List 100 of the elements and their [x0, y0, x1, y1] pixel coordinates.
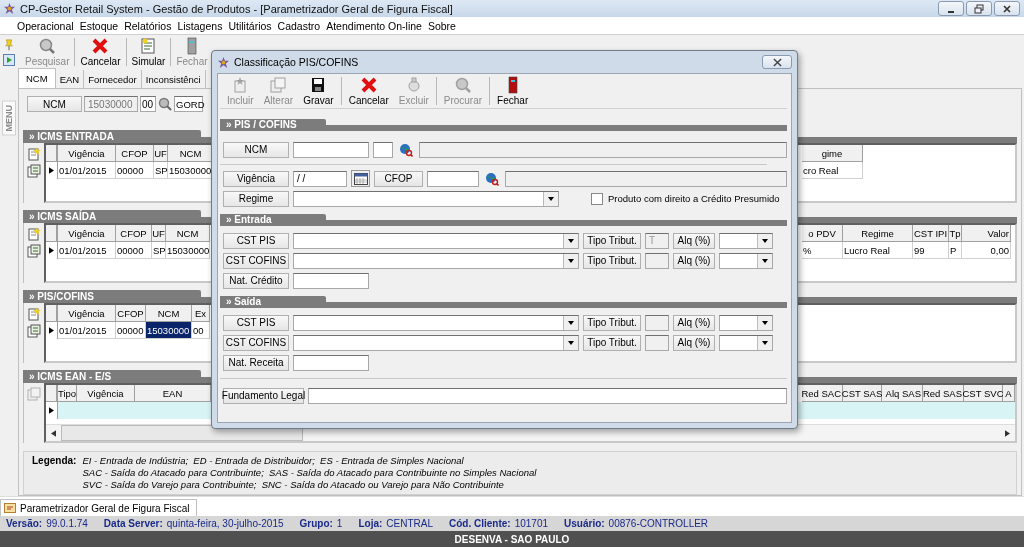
column-header[interactable]: NCM: [168, 145, 214, 162]
minimize-icon: [948, 10, 954, 13]
description-field[interactable]: GORD: [174, 96, 203, 112]
column-header[interactable]: EAN: [135, 385, 211, 402]
column-header[interactable]: gime: [802, 145, 863, 162]
rate-dropdown[interactable]: [719, 314, 773, 331]
column-header[interactable]: Tipo: [58, 385, 77, 402]
column-header[interactable]: Tp: [949, 225, 962, 242]
restore-button[interactable]: [966, 1, 992, 16]
ncm-field[interactable]: [293, 141, 369, 158]
ex-field[interactable]: 00: [140, 96, 156, 112]
column-header[interactable]: Vigência: [58, 305, 116, 322]
cancel-tool-button[interactable]: Cancelar: [343, 76, 394, 106]
rate-dropdown[interactable]: [719, 334, 773, 351]
nature-field[interactable]: [293, 272, 369, 289]
simulate-tool-button[interactable]: Simular: [128, 36, 169, 67]
close-tool-button[interactable]: Fechar: [492, 76, 534, 106]
column-header[interactable]: Vigência: [58, 145, 116, 162]
column-header[interactable]: NCM: [166, 225, 210, 242]
rate-dropdown[interactable]: [719, 232, 773, 249]
field-label: CST COFINS: [223, 252, 289, 269]
menu-item[interactable]: Relatórios: [124, 19, 172, 32]
column-header[interactable]: CST SVC: [964, 385, 1003, 402]
column-header[interactable]: Alq SAS: [882, 385, 923, 402]
edit-record-icon[interactable]: [27, 164, 41, 178]
scroll-right-icon[interactable]: [1005, 429, 1010, 437]
window-tab[interactable]: Parametrizador Geral de Figura Fiscal: [0, 499, 197, 516]
regime-dropdown[interactable]: [293, 190, 559, 207]
menu-item[interactable]: Atendimento On-line: [326, 19, 422, 32]
column-header[interactable]: NCM: [146, 305, 192, 322]
cancel-tool-button[interactable]: Cancelar: [77, 36, 124, 67]
nature-field[interactable]: [293, 354, 369, 371]
edit-record-icon[interactable]: [27, 244, 41, 258]
close-button[interactable]: [762, 55, 792, 69]
cfop-field[interactable]: [427, 170, 479, 187]
rate-dropdown[interactable]: [719, 252, 773, 269]
restore-icon: [974, 3, 984, 14]
checkbox[interactable]: [591, 192, 603, 205]
status-value: 1: [336, 518, 343, 529]
column-header[interactable]: A: [1003, 385, 1015, 402]
globe-search-icon[interactable]: [399, 142, 413, 157]
field-label: Tipo Tribut.: [583, 252, 641, 269]
column-header[interactable]: Valor: [962, 225, 1011, 242]
field-label: CFOP: [374, 170, 423, 187]
cst-dropdown[interactable]: [293, 314, 579, 331]
ex-field[interactable]: [373, 141, 393, 158]
table-cell: Lucro Real: [843, 242, 913, 259]
table-cell: 15030000: [146, 322, 192, 339]
column-header[interactable]: UF: [152, 225, 166, 242]
table-cell: 00000: [116, 242, 152, 259]
new-record-icon[interactable]: [27, 307, 41, 321]
date-field[interactable]: / /: [293, 170, 347, 187]
menu-item[interactable]: Operacional: [17, 19, 74, 32]
column-header[interactable]: Vigência: [58, 225, 116, 242]
column-header[interactable]: CST SAS: [843, 385, 882, 402]
new-record-icon[interactable]: [27, 227, 41, 241]
field-label: NCM: [27, 96, 82, 112]
header-corner: [46, 305, 57, 322]
menu-item[interactable]: Estoque: [79, 19, 119, 32]
menu-item[interactable]: Listagens: [177, 19, 223, 32]
cst-dropdown[interactable]: [293, 252, 579, 269]
column-header[interactable]: o PDV: [802, 225, 843, 242]
menu-item[interactable]: Utilitários: [228, 19, 272, 32]
column-header[interactable]: Vigência: [77, 385, 135, 402]
search-icon[interactable]: [158, 97, 172, 111]
dialog-title: Classificação PIS/COFINS: [234, 56, 359, 68]
column-header[interactable]: CFOP: [116, 225, 152, 242]
play-icon[interactable]: [3, 54, 15, 66]
legal-basis-field[interactable]: [308, 387, 787, 404]
column-header[interactable]: Red SAC: [802, 385, 843, 402]
column-header[interactable]: CST IPI: [913, 225, 949, 242]
column-header[interactable]: Regime: [843, 225, 913, 242]
column-header[interactable]: CFOP: [116, 145, 154, 162]
cst-dropdown[interactable]: [293, 334, 579, 351]
field-label: Tipo Tribut.: [583, 334, 641, 351]
scroll-left-icon[interactable]: [51, 429, 56, 437]
edit-record-icon[interactable]: [27, 324, 41, 338]
close-button[interactable]: [994, 1, 1020, 16]
status-value: 101701: [514, 518, 549, 529]
status-value: 99.0.1.74: [46, 518, 88, 529]
ncm-code-field[interactable]: 15030000: [84, 96, 138, 112]
save-tool-button[interactable]: Gravar: [298, 76, 339, 106]
menu-item[interactable]: Sobre: [427, 19, 456, 32]
cst-dropdown[interactable]: [293, 232, 579, 249]
new-record-icon[interactable]: [27, 147, 41, 161]
column-header[interactable]: CFOP: [116, 305, 146, 322]
globe-search-icon[interactable]: [485, 171, 499, 186]
field-label: CST PIS: [223, 232, 289, 249]
tab[interactable]: NCM: [18, 68, 56, 88]
column-header[interactable]: UF: [154, 145, 168, 162]
column-header[interactable]: Ex: [192, 305, 210, 322]
header-corner: [46, 145, 57, 162]
status-label: Data Server:: [103, 518, 163, 529]
menu-item[interactable]: Cadastro: [277, 19, 321, 32]
minimize-button[interactable]: [938, 1, 964, 16]
field-label: CST PIS: [223, 314, 289, 331]
header-corner: [46, 225, 57, 242]
calendar-button[interactable]: [351, 170, 370, 187]
section-title: » PIS / COFINS: [220, 119, 326, 131]
column-header[interactable]: Red SAS: [923, 385, 964, 402]
